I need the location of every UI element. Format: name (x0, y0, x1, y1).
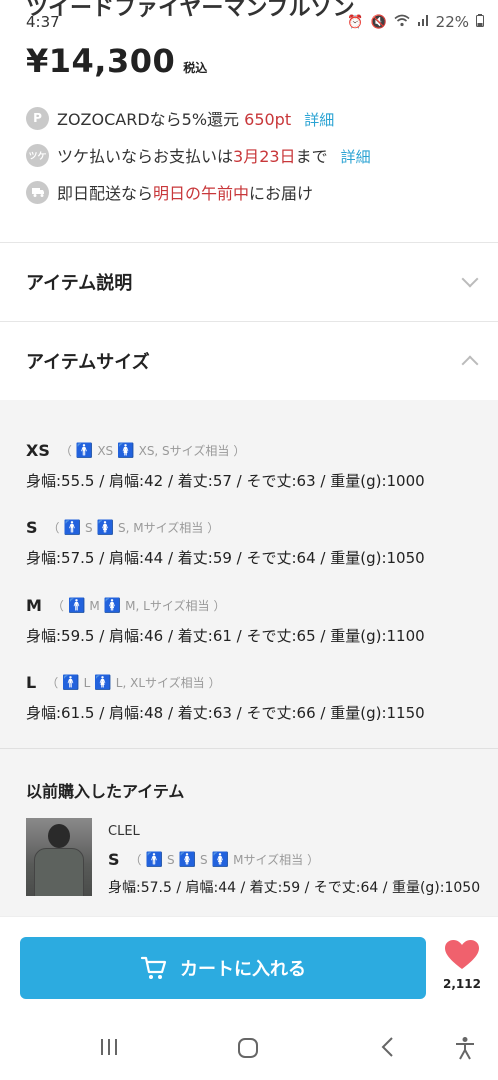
delivery-truck-icon (26, 180, 49, 204)
alarm-icon: ⏰ (347, 14, 364, 30)
item-description-accordion[interactable]: アイテム説明 (0, 243, 498, 321)
tsuke-date: 3月23日 (233, 147, 296, 166)
item-size-label: アイテムサイズ (26, 352, 150, 373)
man-icon: 🚹 (145, 851, 163, 868)
women-size: S, Mサイズ相当 (118, 521, 204, 535)
size-measurements: 身幅:61.5 / 肩幅:48 / 着丈:63 / そで丈:66 / 重量(g)… (26, 704, 425, 722)
size-equivalent: （ 🚹 S 🚺 S 🚺 Mサイズ相当） (129, 851, 320, 868)
size-label: L (26, 673, 37, 692)
tax-label: 税込 (183, 61, 208, 75)
size-measurements: 身幅:57.5 / 肩幅:44 / 着丈:59 / そで丈:64 / 重量(g)… (26, 549, 425, 567)
women-size: L, XLサイズ相当 (115, 676, 205, 690)
size-label: S (108, 850, 120, 869)
back-icon[interactable] (378, 1036, 398, 1058)
favorite-count: 2,112 (443, 977, 481, 991)
recent-apps-icon[interactable] (98, 1036, 120, 1058)
men-size: S (84, 520, 93, 535)
delivery-highlight: 明日の午前中 (153, 184, 250, 203)
status-icons: ⏰ 🔇 22% (347, 13, 484, 31)
size-label: M (26, 596, 42, 615)
action-bar: カートに入れる 2,112 (0, 916, 498, 1016)
man-icon: 🚹 (75, 442, 94, 459)
size-entry-m: M （ 🚹 M 🚺 M, Lサイズ相当） 身幅:59.5 / 肩幅:46 / 着丈:… (26, 596, 425, 646)
item-description-label: アイテム説明 (26, 273, 133, 294)
previous-items-title: 以前購入したアイテム (26, 782, 185, 801)
wifi-icon (394, 14, 410, 31)
tsuke-icon: ツケ (26, 143, 49, 167)
size-equivalent: （ 🚹 L 🚺 L, XLサイズ相当） (46, 674, 221, 691)
woman-icon: 🚺 (94, 674, 112, 691)
accessibility-icon[interactable] (454, 1036, 476, 1060)
man-icon: 🚹 (63, 519, 81, 536)
men-size: M (89, 598, 100, 613)
previous-item-measurements: 身幅:57.5 / 肩幅:44 / 着丈:59 / そで丈:64 / 重量(g)… (108, 880, 481, 896)
size-equivalent: （ 🚹 M 🚺 M, Lサイズ相当） (51, 597, 226, 614)
add-to-cart-label: カートに入れる (180, 959, 306, 980)
previous-item-size: S （ 🚹 S 🚺 S 🚺 Mサイズ相当） (108, 850, 319, 869)
men-size: L (83, 675, 91, 690)
battery-icon (476, 13, 484, 31)
favorite-button[interactable]: 2,112 (440, 939, 484, 991)
woman-icon: 🚺 (211, 851, 230, 868)
men-size: S (166, 852, 175, 867)
size-equivalent: （ 🚹 XS 🚺 XS, Sサイズ相当） (59, 442, 246, 459)
women-size: S (200, 852, 208, 867)
size-entry-xs: XS （ 🚹 XS 🚺 XS, Sサイズ相当） 身幅:55.5 / 肩幅:42 / … (26, 441, 425, 491)
size-label: XS (26, 441, 50, 460)
tsuke-text-post: まで (295, 147, 328, 166)
signal-icon (417, 14, 429, 30)
zozocard-row: P ZOZOCARDなら5%還元 650pt 詳細 (26, 106, 334, 130)
price: ¥14,300 税込 (26, 42, 207, 80)
previous-item-brand[interactable]: CLEL (108, 824, 140, 839)
woman-icon: 🚺 (103, 597, 122, 614)
size-entry-s: S （ 🚹 S 🚺 S, Mサイズ相当） 身幅:57.5 / 肩幅:44 / 着丈:… (26, 518, 425, 568)
delivery-text-pre: 即日配送なら (57, 184, 154, 203)
partial-product-title: ツイードファイヤーマンブルゾン (26, 0, 355, 21)
women-size: M, Lサイズ相当 (125, 599, 210, 613)
battery-level: 22% (435, 13, 469, 31)
chevron-up-icon (461, 355, 479, 373)
zozocard-text: ZOZOCARDなら5%還元 (57, 110, 245, 129)
size-measurements: 身幅:59.5 / 肩幅:46 / 着丈:61 / そで丈:65 / 重量(g)… (26, 627, 425, 645)
delivery-row: 即日配送なら明日の午前中にお届け (26, 180, 313, 204)
chevron-down-icon (461, 270, 479, 288)
previous-item-thumbnail[interactable] (26, 818, 92, 896)
price-amount: ¥14,300 (26, 42, 176, 80)
tsuke-detail-link[interactable]: 詳細 (341, 148, 371, 166)
add-to-cart-button[interactable]: カートに入れる (20, 937, 426, 999)
man-icon: 🚹 (67, 597, 86, 614)
size-entry-l: L （ 🚹 L 🚺 L, XLサイズ相当） 身幅:61.5 / 肩幅:48 / 着丈… (26, 673, 425, 723)
system-nav-bar (0, 1016, 498, 1080)
status-bar: ツイードファイヤーマンブルゾン 4:37 ⏰ 🔇 22% (0, 0, 498, 34)
men-size: XS (97, 443, 114, 458)
tsuke-row: ツケ ツケ払いならお支払いは3月23日まで 詳細 (26, 143, 371, 167)
home-icon[interactable] (236, 1036, 260, 1060)
item-size-accordion[interactable]: アイテムサイズ (0, 322, 498, 400)
zozocard-points: 650pt (244, 110, 292, 129)
divider (0, 748, 498, 749)
mute-icon: 🔇 (370, 14, 387, 30)
women-size: XS, Sサイズ相当 (138, 444, 230, 458)
woman-icon: 🚺 (96, 519, 115, 536)
cart-icon (140, 956, 167, 979)
tsuke-text-pre: ツケ払いならお支払いは (57, 147, 234, 166)
women-size: Mサイズ相当 (233, 853, 304, 867)
point-icon: P (26, 106, 49, 130)
man-icon: 🚹 (62, 674, 80, 691)
delivery-text-post: にお届け (249, 184, 314, 203)
size-label: S (26, 518, 38, 537)
woman-icon: 🚺 (178, 851, 197, 868)
woman-icon: 🚺 (117, 442, 135, 459)
zozocard-detail-link[interactable]: 詳細 (304, 111, 334, 129)
size-measurements: 身幅:55.5 / 肩幅:42 / 着丈:57 / そで丈:63 / 重量(g)… (26, 472, 425, 490)
size-equivalent: （ 🚹 S 🚺 S, Mサイズ相当） (47, 519, 220, 536)
heart-icon (445, 940, 479, 969)
clock: 4:37 (26, 13, 60, 31)
